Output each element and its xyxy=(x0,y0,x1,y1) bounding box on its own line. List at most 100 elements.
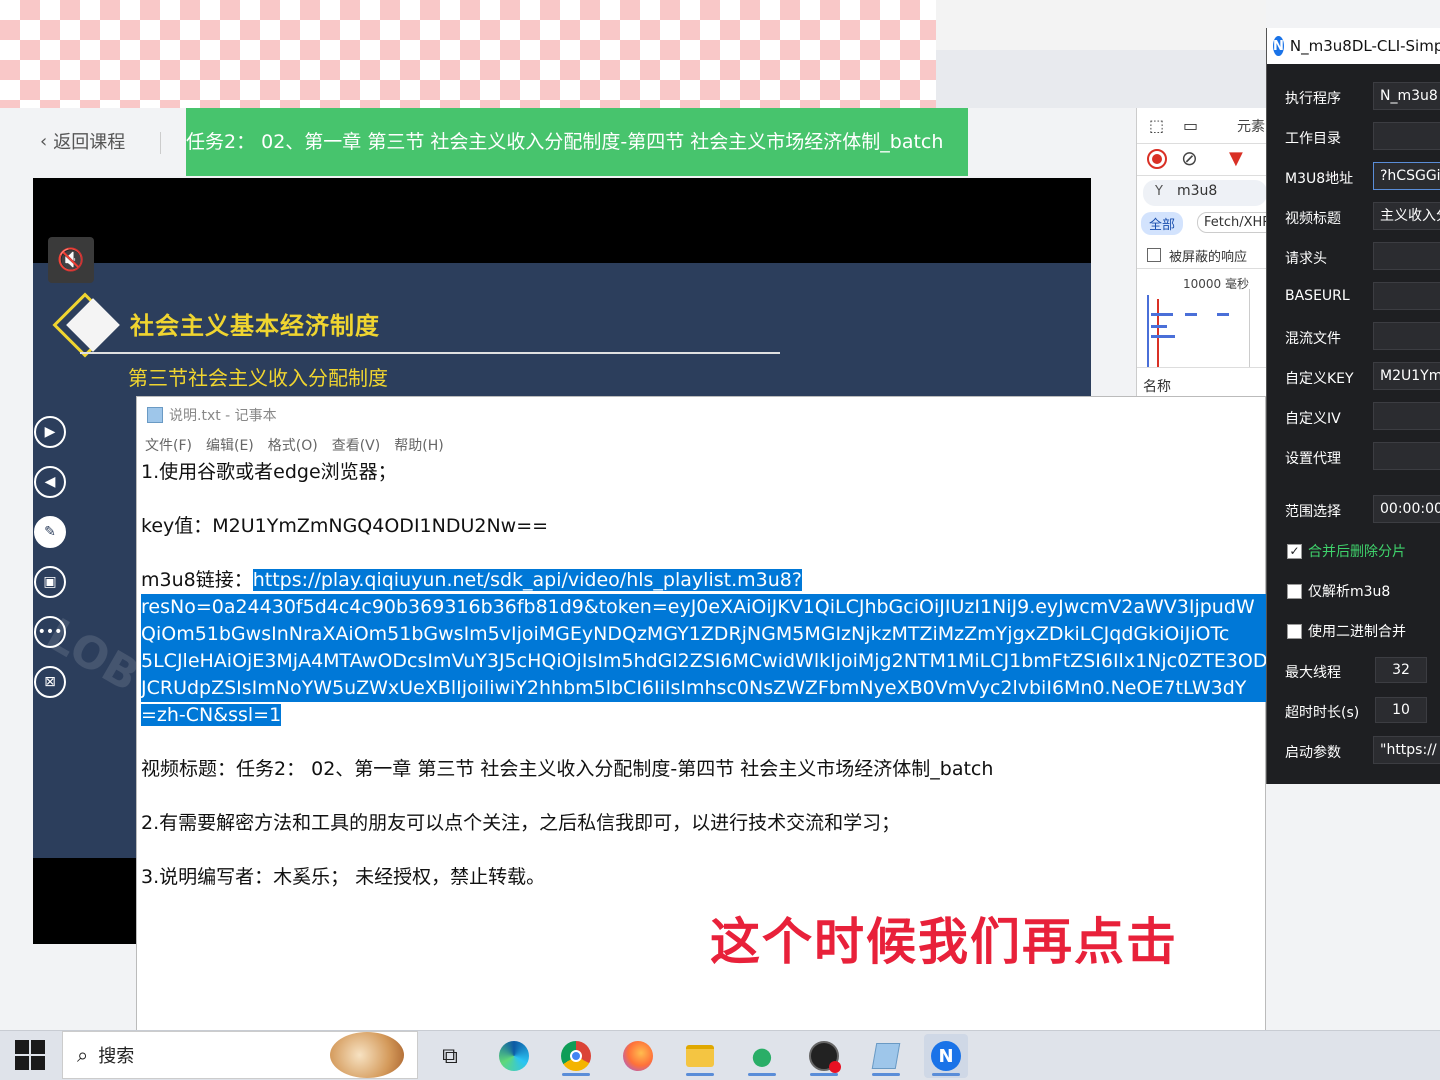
range-input[interactable]: 00:00:00 xyxy=(1373,495,1440,523)
custom-key-label: 自定义KEY xyxy=(1285,371,1354,387)
headers-input[interactable] xyxy=(1373,242,1440,270)
mux-file-input[interactable] xyxy=(1373,322,1440,350)
binary-merge-option[interactable]: 使用二进制合并 xyxy=(1287,621,1406,641)
blocked-responses-option[interactable]: 被屏蔽的响应 xyxy=(1137,242,1267,268)
mute-icon[interactable]: 🔇 xyxy=(48,237,94,283)
file-explorer-icon[interactable] xyxy=(678,1034,722,1078)
filter-icon[interactable]: ▼ xyxy=(1229,148,1243,169)
text-line-3: 3.说明编写者：木奚乐； 未经授权，禁止转载。 xyxy=(141,866,546,888)
m3u8-url-selected: QiOm51bGwsInNraXAiOm51bGwsIm5vIjoiMGEyND… xyxy=(141,621,1267,648)
notepad-text-area[interactable]: 1.使用谷歌或者edge浏览器； key值：M2U1YmZmNGQ4ODI1ND… xyxy=(141,459,1267,891)
inspect-icon[interactable]: ⬚ xyxy=(1149,116,1164,135)
proxy-label: 设置代理 xyxy=(1285,451,1341,467)
exec-label: 执行程序 xyxy=(1285,91,1341,107)
text-key-line: key值：M2U1YmZmNGQ4ODI1NDU2Nw== xyxy=(141,515,549,537)
play-icon[interactable]: ▶ xyxy=(34,416,66,448)
notepad-taskbar-icon[interactable] xyxy=(864,1034,908,1078)
back-label: 返回课程 xyxy=(53,132,126,153)
delete-after-merge-checkbox[interactable]: ✓ xyxy=(1287,543,1302,559)
task-title: 任务2： 02、第一章 第三节 社会主义收入分配制度-第四节 社会主义市场经济体… xyxy=(186,108,968,176)
max-threads-label: 最大线程 xyxy=(1285,665,1341,681)
blocked-checkbox[interactable] xyxy=(1147,248,1161,262)
workdir-input[interactable] xyxy=(1373,122,1440,150)
column-name: 名称 xyxy=(1143,379,1171,395)
custom-key-input[interactable]: M2U1Ym xyxy=(1373,362,1440,390)
parse-only-option[interactable]: 仅解析m3u8 xyxy=(1287,581,1390,601)
exit-screen-icon[interactable]: ⊠ xyxy=(34,666,66,698)
proxy-input[interactable] xyxy=(1373,442,1440,470)
obs-icon[interactable] xyxy=(802,1034,846,1078)
device-toggle-icon[interactable]: ▭ xyxy=(1183,116,1198,135)
text-video-title: 视频标题：任务2： 02、第一章 第三节 社会主义收入分配制度-第四节 社会主义… xyxy=(141,758,994,780)
blocked-label: 被屏蔽的响应 xyxy=(1169,250,1248,265)
edge-icon[interactable] xyxy=(492,1034,536,1078)
m3u8-url-selected: =zh-CN&ssl=1 xyxy=(141,704,282,726)
n-logo-icon: N xyxy=(1273,36,1284,56)
video-subtitle-overlay: 这个时候我们再点击 xyxy=(710,913,1178,971)
name-column-header[interactable]: 名称 xyxy=(1137,372,1267,398)
timeout-input[interactable]: 10 xyxy=(1375,697,1427,723)
text-line-2: 2.有需要解密方法和工具的朋友可以点个关注，之后私信我即可，以进行技术交流和学习… xyxy=(141,812,901,834)
m3u8dl-taskbar-icon[interactable]: N xyxy=(924,1034,968,1078)
m3u8-url-input[interactable]: ?hCSGGiZ xyxy=(1373,162,1440,190)
back-to-course-link[interactable]: ‹ 返回课程 xyxy=(40,128,125,154)
browser-topbar xyxy=(936,0,1266,50)
search-highlight-shell-icon xyxy=(330,1032,404,1078)
m3u8dl-tool-window: N N_m3u8DL-CLI-SimpleG 执行程序 N_m3u8 工作目录 … xyxy=(1266,28,1440,784)
timeout-label: 超时时长(s) xyxy=(1285,705,1360,721)
tab-elements[interactable]: 元素 xyxy=(1237,116,1265,136)
firefox-icon[interactable] xyxy=(616,1034,660,1078)
delete-after-merge-option[interactable]: ✓ 合并后删除分片 xyxy=(1287,541,1406,561)
slide-title: 社会主义基本经济制度 xyxy=(130,312,380,340)
timeline-label: 10000 毫秒 xyxy=(1183,277,1249,291)
baseurl-label: BASEURL xyxy=(1285,288,1350,304)
startup-args-input[interactable]: "https:// xyxy=(1373,736,1440,764)
m3u8-url-selected: https://play.qiqiuyun.net/sdk_api/video/… xyxy=(252,569,802,591)
m3u8-prefix: m3u8链接： xyxy=(141,569,253,591)
video-title-input[interactable]: 主义收入分 xyxy=(1373,202,1440,230)
previous-icon[interactable]: ◀ xyxy=(34,466,66,498)
menu-edit[interactable]: 编辑(E) xyxy=(206,435,254,455)
screen-icon[interactable]: ▣ xyxy=(34,566,66,598)
mux-file-label: 混流文件 xyxy=(1285,331,1341,347)
filter-input[interactable]: Y m3u8 xyxy=(1137,178,1267,208)
wechat-icon[interactable]: ● xyxy=(740,1034,784,1078)
task-view-icon[interactable]: ⧉ xyxy=(428,1034,472,1078)
windows-start-icon[interactable] xyxy=(10,1038,50,1072)
notepad-menubar: 文件(F) 编辑(E) 格式(O) 查看(V) 帮助(H) xyxy=(137,433,1265,457)
clear-icon[interactable]: ⊘ xyxy=(1181,146,1198,170)
devtools-toolbar: ⬚ ▭ 元素 xyxy=(1137,108,1267,144)
notepad-icon xyxy=(147,407,163,423)
type-filter-bar: 全部 Fetch/XHR xyxy=(1137,210,1279,238)
record-icon[interactable] xyxy=(1147,149,1167,169)
baseurl-input[interactable] xyxy=(1373,282,1440,310)
notepad-titlebar[interactable]: 说明.txt - 记事本 xyxy=(137,397,1265,433)
browser-tab-strip xyxy=(0,0,936,108)
pen-off-icon[interactable]: ✎ xyxy=(34,516,66,548)
binary-merge-checkbox[interactable] xyxy=(1287,623,1302,639)
parse-only-label: 仅解析m3u8 xyxy=(1308,584,1391,600)
m3u8-url-selected: 5LCJleHAiOjE3MjA4MTAwODcsImVuY3J5cHQiOjI… xyxy=(141,648,1267,675)
parse-only-checkbox[interactable] xyxy=(1287,583,1302,599)
menu-file[interactable]: 文件(F) xyxy=(145,435,192,455)
slide-divider xyxy=(80,352,780,354)
network-timeline: 10000 毫秒 xyxy=(1137,268,1267,368)
menu-help[interactable]: 帮助(H) xyxy=(394,435,443,455)
text-line-1: 1.使用谷歌或者edge浏览器； xyxy=(141,461,397,483)
slide-subtitle: 第三节社会主义收入分配制度 xyxy=(128,366,388,390)
tool-title: N_m3u8DL-CLI-SimpleG xyxy=(1289,37,1440,55)
exec-input[interactable]: N_m3u8 xyxy=(1373,82,1440,110)
custom-iv-input[interactable] xyxy=(1373,402,1440,430)
filter-funnel-icon: Y xyxy=(1155,184,1163,199)
type-all-button[interactable]: 全部 xyxy=(1141,212,1184,235)
m3u8-url-selected: resNo=0a24430f5d4c4c90b369316b36fb81d9&t… xyxy=(141,594,1267,621)
m3u8-url-selected: JCRUdpZSIsImNoYW5uZWxUeXBlIjoiliwiY2hhbm… xyxy=(141,675,1267,702)
menu-format[interactable]: 格式(O) xyxy=(268,435,318,455)
max-threads-input[interactable]: 32 xyxy=(1375,657,1427,683)
tool-titlebar[interactable]: N N_m3u8DL-CLI-SimpleG xyxy=(1267,28,1440,64)
video-title-label: 视频标题 xyxy=(1285,211,1341,227)
chrome-icon[interactable] xyxy=(554,1034,598,1078)
custom-iv-label: 自定义IV xyxy=(1285,411,1341,427)
menu-view[interactable]: 查看(V) xyxy=(332,435,381,455)
devtools-panel: ⬚ ▭ 元素 ⊘ ▼ Y m3u8 全部 Fetch/XHR 被屏蔽的响应 10… xyxy=(1136,108,1279,398)
